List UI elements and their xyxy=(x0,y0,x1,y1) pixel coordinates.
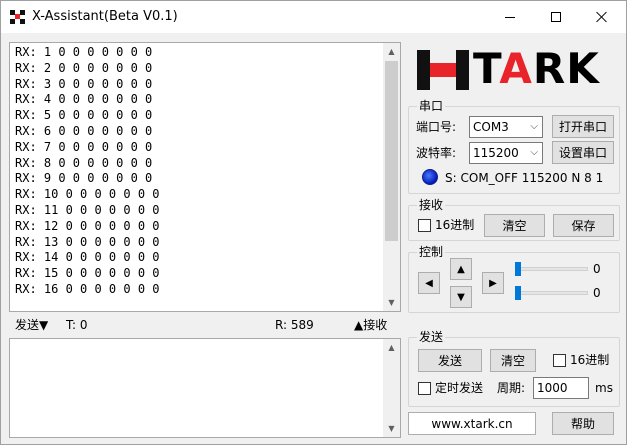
send-group-title: 发送 xyxy=(417,329,446,345)
send-scrollbar[interactable]: ▲ ▼ xyxy=(383,339,400,437)
receive-line: RX: 14 0 0 0 0 0 0 0 xyxy=(15,250,160,265)
scroll-thumb[interactable] xyxy=(385,61,398,241)
app-logo-icon xyxy=(10,10,26,24)
xtark-logo: TARK xyxy=(415,45,615,93)
receive-line: RX: 2 0 0 0 0 0 0 0 xyxy=(15,60,153,75)
arrow-down-icon: ▼ xyxy=(457,291,465,303)
receive-line: RX: 1 0 0 0 0 0 0 0 xyxy=(15,45,153,59)
receive-line: RX: 13 0 0 0 0 0 0 0 xyxy=(15,234,160,249)
receive-line: RX: 7 0 0 0 0 0 0 0 xyxy=(15,139,153,154)
status-bar: 发送▼ T: 0 R: 589 ▲接收 xyxy=(9,316,401,334)
control-group-title: 控制 xyxy=(417,244,446,260)
recv-toggle[interactable]: ▲接收 xyxy=(354,316,387,334)
receive-save-button[interactable]: 保存 xyxy=(553,214,614,237)
close-icon xyxy=(596,11,608,23)
period-input[interactable]: 1000 xyxy=(533,377,589,399)
logo-mark-icon xyxy=(417,50,469,90)
port-label: 端口号: xyxy=(416,120,457,134)
baud-select[interactable]: 115200 ⌵ xyxy=(469,142,543,164)
website-link[interactable]: www.xtark.cn xyxy=(408,412,536,435)
receive-line: RX: 6 0 0 0 0 0 0 0 xyxy=(15,123,153,138)
maximize-button[interactable] xyxy=(533,1,579,33)
close-button[interactable] xyxy=(579,1,625,33)
scroll-down-icon[interactable]: ▼ xyxy=(383,420,400,437)
scroll-up-icon[interactable]: ▲ xyxy=(383,339,400,356)
baud-label: 波特率: xyxy=(416,146,457,160)
arrow-left-icon: ◀ xyxy=(425,277,433,289)
up-arrow-button[interactable]: ▲ xyxy=(450,258,472,280)
receive-hex-checkbox[interactable] xyxy=(418,219,431,232)
scroll-up-icon[interactable]: ▲ xyxy=(383,43,400,60)
chevron-down-icon: ⌵ xyxy=(530,147,538,158)
scroll-down-icon[interactable]: ▼ xyxy=(383,294,400,311)
receive-scrollbar[interactable]: ▲ ▼ xyxy=(383,43,400,311)
port-status-led-icon xyxy=(422,169,438,185)
rx-count: R: 589 xyxy=(275,318,314,332)
window-title: X-Assistant(Beta V0.1) xyxy=(32,9,178,24)
receive-line: RX: 10 0 0 0 0 0 0 0 xyxy=(15,187,160,202)
serial-group-title: 串口 xyxy=(417,98,446,114)
slider-1-value: 0 xyxy=(593,262,601,276)
receive-hex-label: 16进制 xyxy=(435,218,475,232)
send-hex-checkbox[interactable] xyxy=(553,354,566,367)
receive-line: RX: 12 0 0 0 0 0 0 0 xyxy=(15,218,160,233)
send-clear-button[interactable]: 清空 xyxy=(490,349,536,372)
receive-textbox[interactable]: RX: 1 0 0 0 0 0 0 0 RX: 2 0 0 0 0 0 0 0 RX… xyxy=(9,42,401,312)
send-textbox[interactable]: ▲ ▼ xyxy=(9,338,401,438)
send-button[interactable]: 发送 xyxy=(418,349,482,372)
period-label: 周期: xyxy=(497,381,526,395)
receive-group-title: 接收 xyxy=(417,197,446,213)
maximize-icon xyxy=(551,12,561,22)
send-hex-label: 16进制 xyxy=(570,353,610,367)
arrow-up-icon: ▲ xyxy=(457,263,465,275)
receive-line: RX: 9 0 0 0 0 0 0 0 xyxy=(15,171,153,186)
slider-1-thumb[interactable] xyxy=(515,262,521,276)
slider-2-track[interactable] xyxy=(515,291,588,295)
tx-count: T: 0 xyxy=(66,318,88,332)
right-arrow-button[interactable]: ▶ xyxy=(482,272,504,294)
down-arrow-button[interactable]: ▼ xyxy=(450,286,472,308)
open-port-button[interactable]: 打开串口 xyxy=(552,115,614,138)
chevron-down-icon: ⌵ xyxy=(530,121,538,132)
help-button[interactable]: 帮助 xyxy=(552,412,614,435)
send-toggle[interactable]: 发送▼ xyxy=(15,316,48,334)
receive-line: RX: 15 0 0 0 0 0 0 0 xyxy=(15,266,160,281)
receive-clear-button[interactable]: 清空 xyxy=(484,214,545,237)
minimize-button[interactable] xyxy=(487,1,533,33)
period-unit: ms xyxy=(595,381,613,395)
receive-lines: RX: 1 0 0 0 0 0 0 0 RX: 2 0 0 0 0 0 0 0 RX… xyxy=(15,45,160,298)
receive-line: RX: 8 0 0 0 0 0 0 0 xyxy=(15,155,153,170)
slider-1-track[interactable] xyxy=(515,267,588,271)
app-window: X-Assistant(Beta V0.1) RX: 1 0 0 0 0 0 0… xyxy=(0,0,627,445)
port-select[interactable]: COM3 ⌵ xyxy=(469,116,543,138)
send-input[interactable] xyxy=(10,339,384,437)
left-arrow-button[interactable]: ◀ xyxy=(418,272,440,294)
receive-line: RX: 4 0 0 0 0 0 0 0 xyxy=(15,92,153,107)
receive-line: RX: 11 0 0 0 0 0 0 0 xyxy=(15,202,160,217)
arrow-right-icon: ▶ xyxy=(489,277,497,289)
slider-2-thumb[interactable] xyxy=(515,286,521,300)
timed-send-checkbox[interactable] xyxy=(418,382,431,395)
receive-line: RX: 5 0 0 0 0 0 0 0 xyxy=(15,108,153,123)
receive-line: RX: 3 0 0 0 0 0 0 0 xyxy=(15,76,153,91)
port-settings-button[interactable]: 设置串口 xyxy=(552,141,614,164)
timed-send-label: 定时发送 xyxy=(435,381,484,395)
minimize-icon xyxy=(505,16,515,18)
receive-line: RX: 16 0 0 0 0 0 0 0 xyxy=(15,281,160,296)
slider-2-value: 0 xyxy=(593,286,601,300)
port-state: S: COM_OFF 115200 N 8 1 xyxy=(445,171,604,185)
title-bar[interactable]: X-Assistant(Beta V0.1) xyxy=(1,1,626,33)
logo-text: TARK xyxy=(473,44,600,93)
